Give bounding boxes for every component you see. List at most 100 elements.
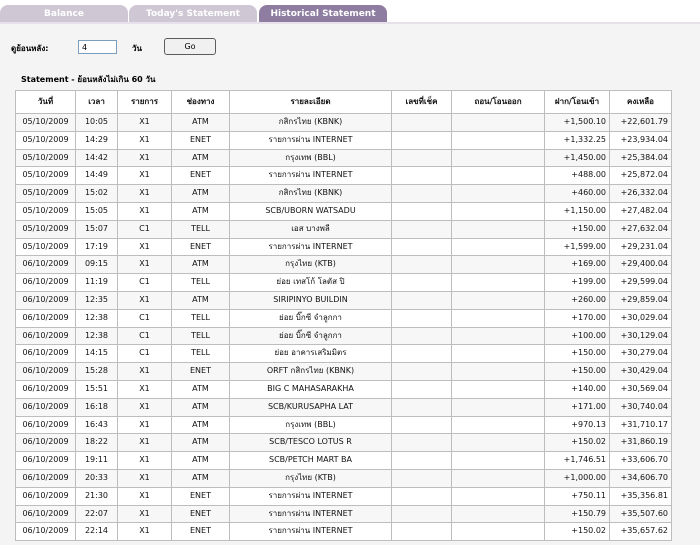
col-header-detail: รายละเอียด <box>229 90 392 114</box>
cell-balance: +31,710.17 <box>609 415 672 435</box>
cell-withdrawal <box>451 308 545 328</box>
days-back-label: ดูย้อนหลัง: <box>11 44 49 53</box>
cell-withdrawal <box>451 255 545 275</box>
cell-balance: +25,872.04 <box>609 166 672 186</box>
cell-deposit: +1,150.00 <box>544 201 610 221</box>
cell-channel: ENET <box>171 130 230 150</box>
table-row: 05/10/2009 14:42 X1 ATM กรุงเทพ (BBL) +1,450.… <box>15 148 672 168</box>
cell-type: X1 <box>117 184 172 203</box>
cell-balance: +35,356.81 <box>609 486 672 506</box>
cell-date: 05/10/2009 <box>15 130 76 150</box>
cell-detail: SIRIPINYO BUILDIN <box>229 290 392 310</box>
table-row: 05/10/2009 14:49 X1 ENET รายการผ่าน INTERNET… <box>15 166 672 186</box>
cell-detail: รายการผ่าน INTERNET <box>229 486 392 506</box>
cell-cheque-no <box>391 219 452 239</box>
cell-cheque-no <box>391 113 452 132</box>
cell-balance: +33,606.70 <box>609 451 672 470</box>
cell-time: 14:49 <box>75 166 118 186</box>
cell-date: 06/10/2009 <box>15 326 76 346</box>
cell-time: 14:42 <box>75 148 118 168</box>
cell-channel: ATM <box>171 201 230 221</box>
cell-date: 05/10/2009 <box>15 219 76 239</box>
cell-type: C1 <box>117 219 172 239</box>
tab-todays-statement[interactable]: Today's Statement <box>129 5 257 22</box>
cell-time: 16:43 <box>75 415 118 435</box>
cell-date: 06/10/2009 <box>15 255 76 275</box>
cell-type: X1 <box>117 504 172 524</box>
table-row: 06/10/2009 16:43 X1 ATM กรุงเทพ (BBL) +970.13… <box>15 415 672 435</box>
table-body: 05/10/2009 10:05 X1 ATM กสิกรไทย (KBNK) +1,50… <box>15 113 672 542</box>
cell-time: 15:05 <box>75 201 118 221</box>
cell-detail: กสิกรไทย (KBNK) <box>229 113 392 132</box>
cell-balance: +35,657.62 <box>609 522 672 542</box>
cell-date: 06/10/2009 <box>15 433 76 453</box>
cell-deposit: +1,332.25 <box>544 130 610 150</box>
cell-cheque-no <box>391 468 452 488</box>
cell-balance: +30,429.04 <box>609 362 672 381</box>
cell-channel: ENET <box>171 522 230 542</box>
cell-balance: +22,601.79 <box>609 113 672 132</box>
cell-deposit: +260.00 <box>544 290 610 310</box>
cell-detail: กสิกรไทย (KBNK) <box>229 184 392 203</box>
cell-withdrawal <box>451 344 545 364</box>
cell-deposit: +100.00 <box>544 326 610 346</box>
cell-date: 06/10/2009 <box>15 522 76 542</box>
table-row: 06/10/2009 12:38 C1 TELL ย่อย บิ๊กซี จำลูกกา… <box>15 308 672 328</box>
col-header-type: รายการ <box>117 90 172 114</box>
cell-date: 06/10/2009 <box>15 290 76 310</box>
cell-deposit: +1,450.00 <box>544 148 610 168</box>
table-row: 05/10/2009 15:05 X1 ATM SCB/UBORN WATSADU +1,… <box>15 201 672 221</box>
statement-title: Statement - ย้อนหลังไม่เกิน 60 วัน <box>21 75 156 84</box>
cell-deposit: +1,000.00 <box>544 468 610 488</box>
cell-cheque-no <box>391 504 452 524</box>
cell-channel: ATM <box>171 433 230 453</box>
table-row: 06/10/2009 14:15 C1 TELL ย่อย อาคารเสริมมิตร… <box>15 344 672 364</box>
cell-cheque-no <box>391 397 452 417</box>
cell-cheque-no <box>391 130 452 150</box>
cell-deposit: +150.00 <box>544 344 610 364</box>
cell-time: 10:05 <box>75 113 118 132</box>
days-unit-label: วัน <box>132 44 142 53</box>
cell-type: C1 <box>117 273 172 292</box>
cell-detail: ORFT กสิกรไทย (KBNK) <box>229 362 392 381</box>
cell-withdrawal <box>451 379 545 399</box>
cell-date: 06/10/2009 <box>15 362 76 381</box>
cell-time: 15:51 <box>75 379 118 399</box>
cell-date: 06/10/2009 <box>15 344 76 364</box>
cell-withdrawal <box>451 113 545 132</box>
cell-withdrawal <box>451 326 545 346</box>
tab-historical-statement[interactable]: Historical Statement <box>259 5 387 22</box>
cell-balance: +23,934.04 <box>609 130 672 150</box>
cell-cheque-no <box>391 273 452 292</box>
cell-time: 12:38 <box>75 326 118 346</box>
table-row: 06/10/2009 09:15 X1 ATM กรุงไทย (KTB) +169.00… <box>15 255 672 275</box>
col-header-withdrawal: ถอน/โอนออก <box>451 90 545 114</box>
cell-deposit: +150.02 <box>544 433 610 453</box>
cell-deposit: +1,746.51 <box>544 451 610 470</box>
cell-cheque-no <box>391 166 452 186</box>
cell-channel: TELL <box>171 273 230 292</box>
cell-type: X1 <box>117 451 172 470</box>
go-button[interactable]: Go <box>164 38 216 55</box>
col-header-channel: ช่องทาง <box>171 90 230 114</box>
cell-time: 09:15 <box>75 255 118 275</box>
cell-date: 06/10/2009 <box>15 451 76 470</box>
cell-detail: ย่อย อาคารเสริมมิตร <box>229 344 392 364</box>
tab-balance[interactable]: Balance <box>0 5 128 22</box>
cell-channel: ATM <box>171 415 230 435</box>
cell-balance: +30,569.04 <box>609 379 672 399</box>
cell-time: 19:11 <box>75 451 118 470</box>
cell-deposit: +150.00 <box>544 362 610 381</box>
table-row: 05/10/2009 15:07 C1 TELL เอส บางพลี +150.00 +2… <box>15 219 672 239</box>
cell-date: 06/10/2009 <box>15 308 76 328</box>
cell-balance: +26,332.04 <box>609 184 672 203</box>
cell-time: 12:38 <box>75 308 118 328</box>
cell-deposit: +170.00 <box>544 308 610 328</box>
days-input[interactable] <box>78 40 117 54</box>
cell-type: X1 <box>117 166 172 186</box>
cell-time: 11:19 <box>75 273 118 292</box>
cell-deposit: +171.00 <box>544 397 610 417</box>
cell-channel: ATM <box>171 290 230 310</box>
cell-cheque-no <box>391 308 452 328</box>
cell-type: X1 <box>117 201 172 221</box>
